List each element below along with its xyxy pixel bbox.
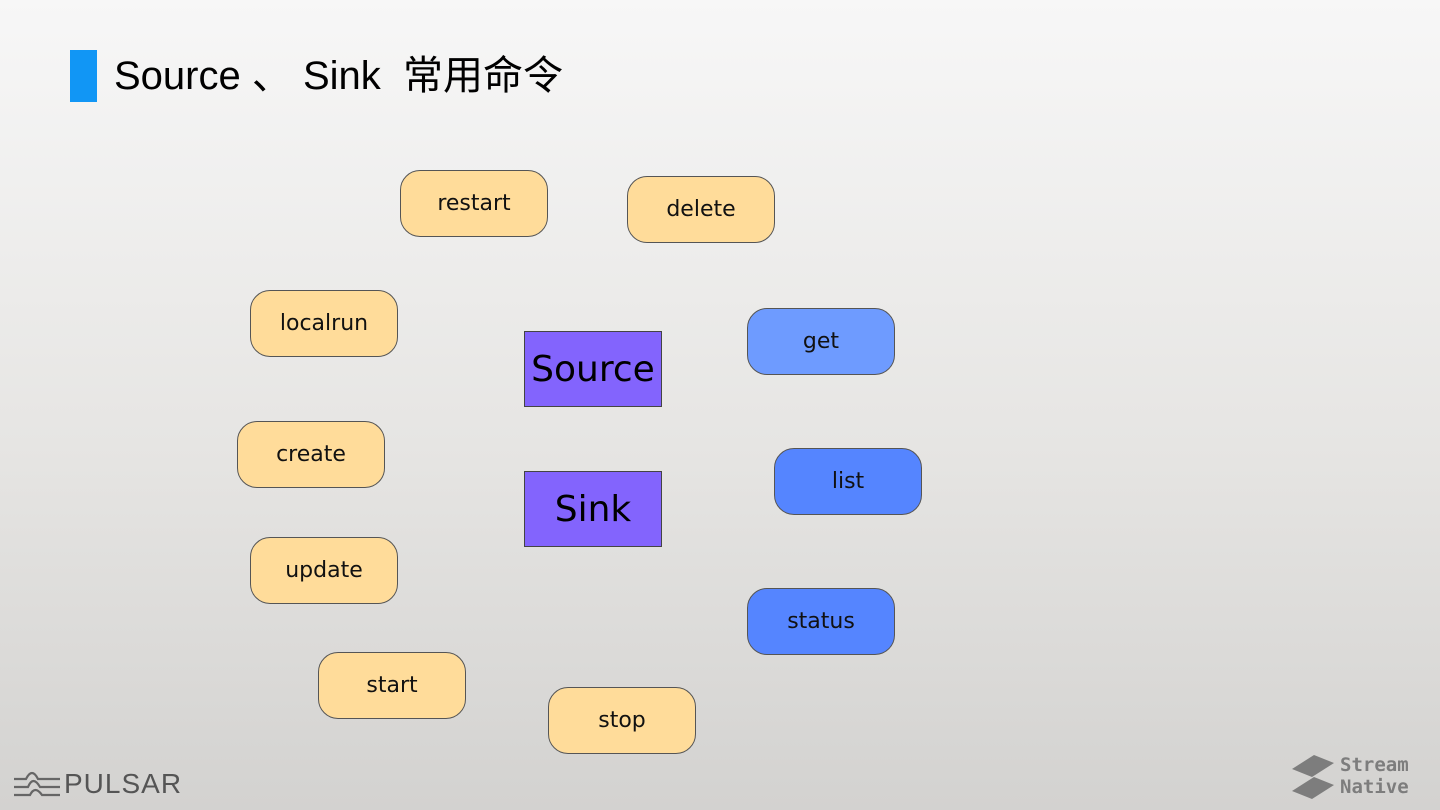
streamnative-mark-icon (1292, 755, 1334, 799)
title-accent-bar (70, 50, 97, 102)
command-update: update (250, 537, 398, 604)
pulsar-logo-text: PULSAR (64, 768, 183, 799)
command-localrun: localrun (250, 290, 398, 357)
streamnative-logo: Stream Native (1290, 750, 1409, 802)
sink-box: Sink (524, 471, 662, 547)
command-delete: delete (627, 176, 775, 243)
command-stop: stop (548, 687, 696, 754)
streamnative-logo-text: Stream Native (1340, 754, 1409, 798)
page-title: Source 、 Sink 常用命令 (114, 54, 564, 98)
source-box: Source (524, 331, 662, 407)
pulsar-logo: PULSAR (12, 764, 182, 804)
command-get: get (747, 308, 895, 375)
command-status: status (747, 588, 895, 655)
streamnative-line1: Stream (1340, 754, 1409, 776)
command-restart: restart (400, 170, 548, 237)
streamnative-line2: Native (1340, 776, 1409, 798)
command-start: start (318, 652, 466, 719)
command-create: create (237, 421, 385, 488)
pulsar-wave-icon (14, 771, 60, 797)
command-list: list (774, 448, 922, 515)
